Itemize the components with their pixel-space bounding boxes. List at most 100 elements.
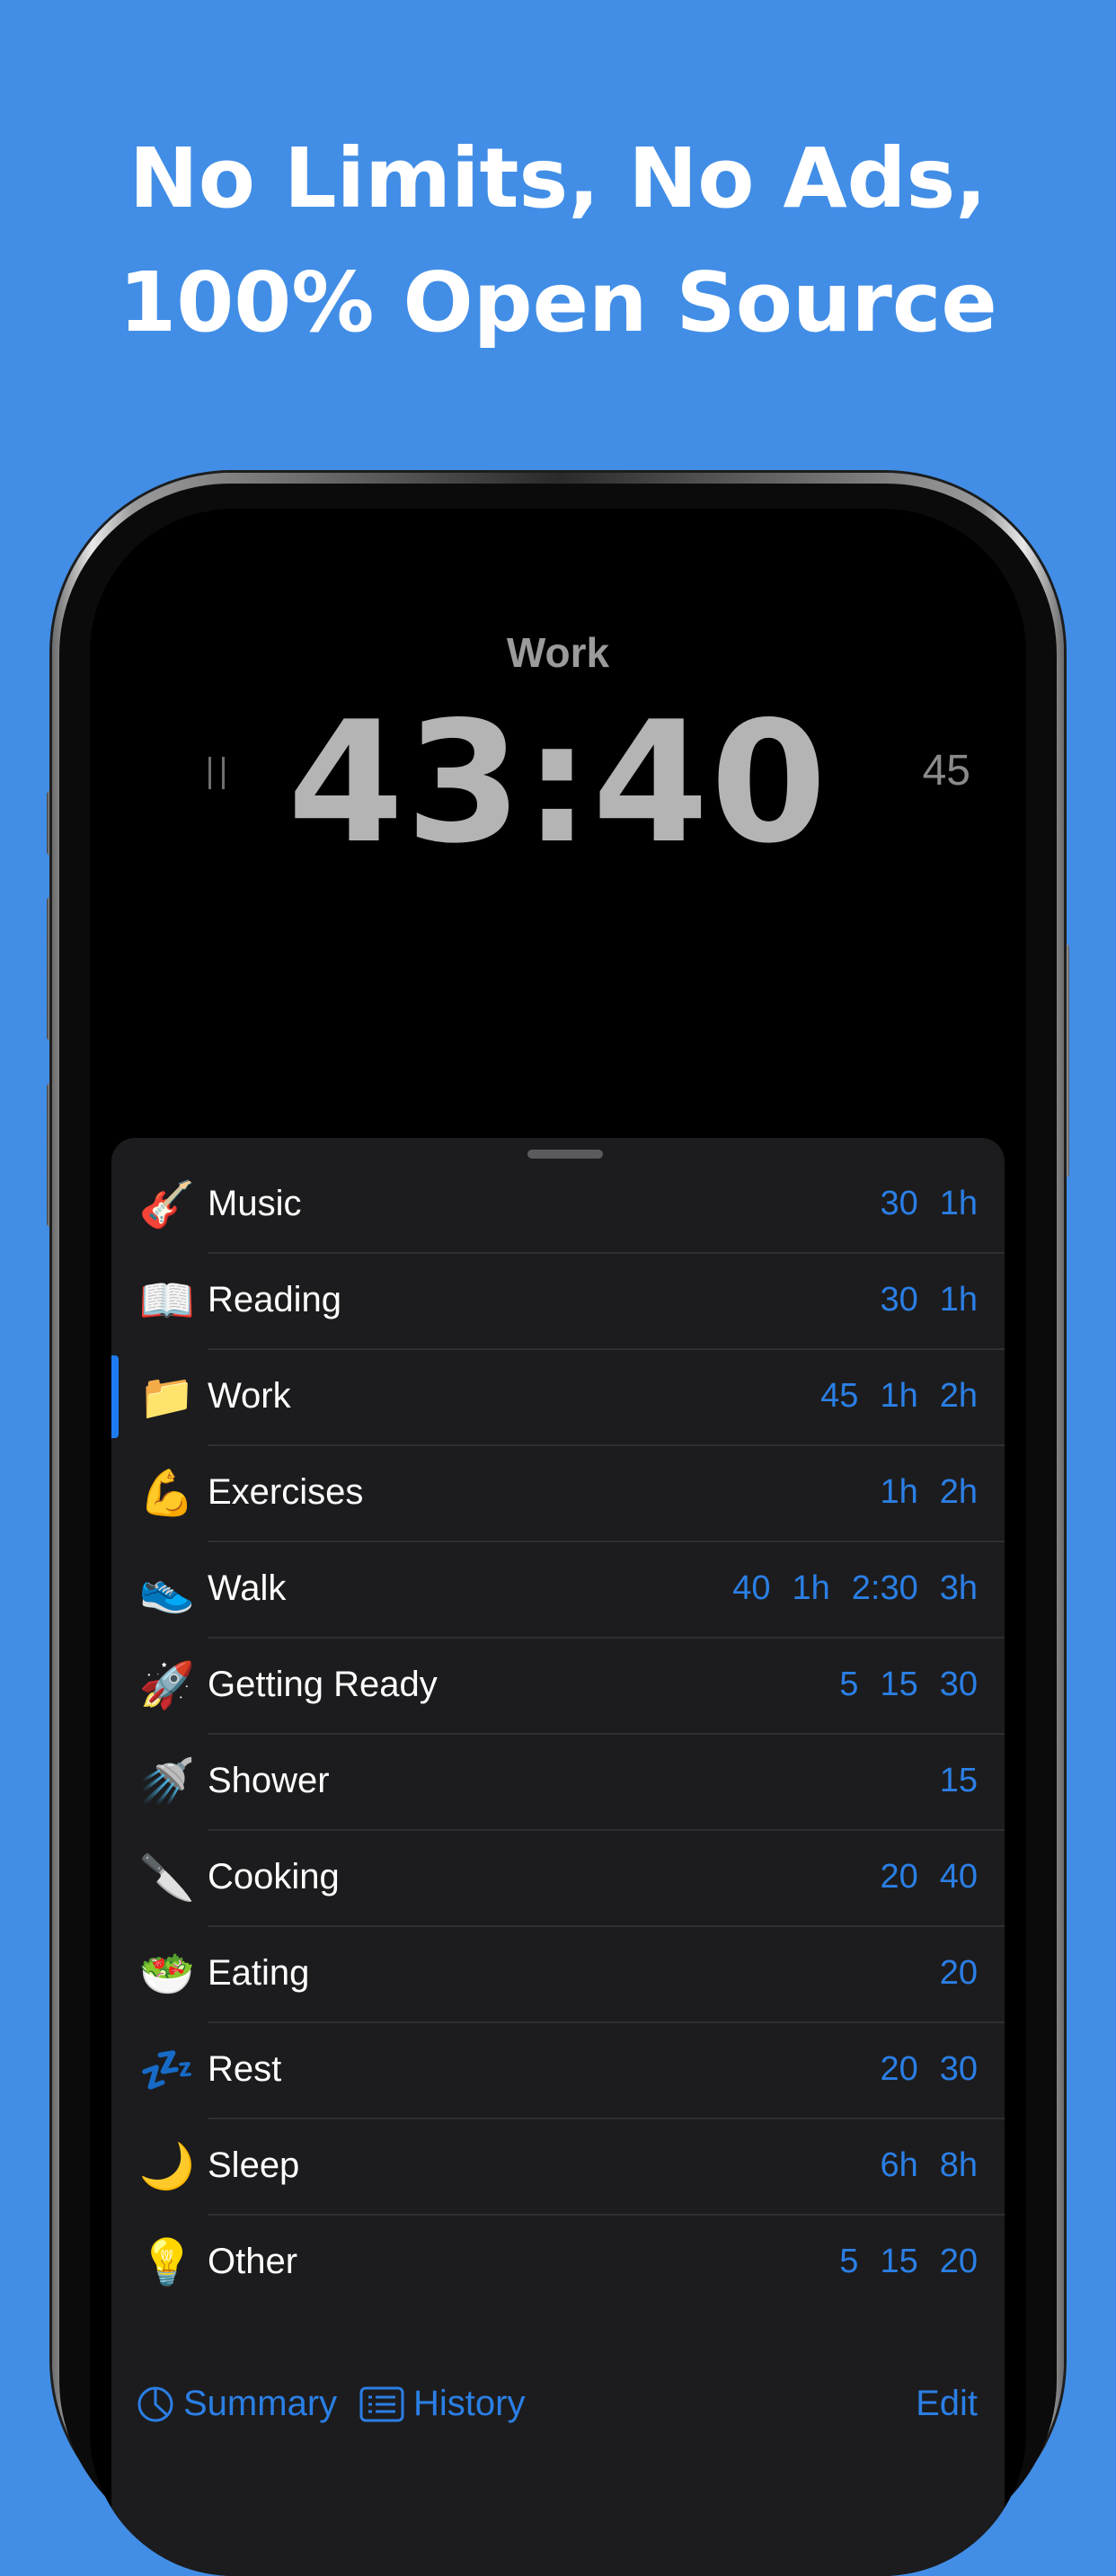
preset-duration-button[interactable]: 15 [940,1762,978,1800]
preset-duration-button[interactable]: 30 [880,1281,917,1319]
active-task-indicator [111,1355,119,1438]
task-row-exercises[interactable]: 💪 Exercises 1h 2h [111,1444,1005,1542]
preset-duration-button[interactable]: 30 [880,1185,917,1223]
task-row-rest[interactable]: 💤 Rest 20 30 [111,2021,1005,2119]
list-icon [359,2386,404,2422]
task-emoji-icon: 📁 [138,1371,196,1422]
task-row-content: Shower 15 [208,1733,1005,1831]
pause-icon[interactable] [208,757,228,789]
task-row-eating[interactable]: 🥗 Eating 20 [111,1925,1005,2023]
promo-line-2: 100% Open Source [119,254,997,351]
task-emoji-icon: 🚿 [138,1755,196,1807]
task-emoji-icon: 🎸 [138,1178,196,1230]
task-name: Music [208,1184,302,1223]
preset-duration-button[interactable]: 15 [880,2243,917,2281]
task-emoji-icon: 🔪 [138,1852,196,1903]
task-presets: 5 15 30 [839,1666,978,1704]
task-name: Walk [208,1568,287,1608]
preset-duration-button[interactable]: 3h [940,1569,978,1608]
task-row-content: Cooking 20 40 [208,1829,1005,1927]
task-emoji-icon: 💡 [138,2236,196,2287]
preset-duration-button[interactable]: 2h [940,1473,978,1512]
task-emoji-icon: 💪 [138,1467,196,1518]
current-preset-minutes[interactable]: 45 [845,746,970,795]
task-name: Eating [208,1953,310,1993]
task-presets: 20 [940,1954,978,1993]
preset-duration-button[interactable]: 20 [940,1954,978,1993]
task-sheet: 🎸 Music 30 1h 📖 Reading 30 1h 📁 Work 45 1h 2h 💪 Exerci… [111,1138,1005,2576]
preset-duration-button[interactable]: 1h [880,1377,917,1416]
task-emoji-icon: 👟 [138,1563,196,1614]
preset-duration-button[interactable]: 40 [732,1569,770,1608]
summary-label: Summary [183,2384,338,2423]
task-name: Work [208,1376,291,1416]
preset-duration-button[interactable]: 45 [820,1377,858,1416]
task-row-walk[interactable]: 👟 Walk 40 1h 2:30 3h [111,1541,1005,1639]
task-row-content: Reading 30 1h [208,1252,1005,1350]
task-name: Sleep [208,2145,300,2185]
task-row-content: Exercises 1h 2h [208,1444,1005,1542]
edit-button[interactable]: Edit [916,2384,978,2424]
task-row-other[interactable]: 💡 Other 5 15 20 [111,2214,1005,2310]
task-list: 🎸 Music 30 1h 📖 Reading 30 1h 📁 Work 45 1h 2h 💪 Exerci… [111,1156,1005,2310]
preset-duration-button[interactable]: 1h [880,1473,917,1512]
preset-duration-button[interactable]: 40 [940,1858,978,1896]
promo-line-1: No Limits, No Ads, [128,130,988,227]
task-row-sleep[interactable]: 🌙 Sleep 6h 8h [111,2118,1005,2216]
preset-duration-button[interactable]: 6h [880,2146,917,2185]
task-row-work[interactable]: 📁 Work 45 1h 2h [111,1348,1005,1446]
task-name: Rest [208,2049,282,2089]
preset-duration-button[interactable]: 30 [940,1666,978,1704]
summary-button[interactable]: Summary [137,2384,337,2424]
task-row-content: Rest 20 30 [208,2021,1005,2119]
pie-chart-icon [137,2385,174,2423]
task-presets: 40 1h 2:30 3h [732,1569,978,1608]
preset-duration-button[interactable]: 5 [839,1666,858,1704]
task-row-content: Walk 40 1h 2:30 3h [208,1541,1005,1639]
task-row-content: Work 45 1h 2h [208,1348,1005,1446]
task-row-getting-ready[interactable]: 🚀 Getting Ready 5 15 30 [111,1637,1005,1735]
task-name: Getting Ready [208,1665,438,1704]
task-presets: 5 15 20 [839,2243,978,2281]
preset-duration-button[interactable]: 15 [880,1666,917,1704]
phone-screen: Work 43:40 45 🎸 Music 30 1h 📖 Reading 30 1h 📁 Wor… [90,509,1026,2576]
preset-duration-button[interactable]: 5 [839,2243,858,2281]
history-label: History [413,2384,526,2423]
preset-duration-button[interactable]: 1h [940,1281,978,1319]
bottom-toolbar: Summary History Edit [111,2367,1005,2457]
preset-duration-button[interactable]: 8h [940,2146,978,2185]
task-emoji-icon: 🚀 [138,1659,196,1710]
history-button[interactable]: History [359,2384,525,2424]
task-row-content: Getting Ready 5 15 30 [208,1637,1005,1735]
task-row-shower[interactable]: 🚿 Shower 15 [111,1733,1005,1831]
task-row-music[interactable]: 🎸 Music 30 1h [111,1156,1005,1254]
preset-duration-button[interactable]: 20 [880,2050,917,2089]
task-row-content: Sleep 6h 8h [208,2118,1005,2216]
task-presets: 45 1h 2h [820,1377,978,1416]
preset-duration-button[interactable]: 2h [940,1377,978,1416]
preset-duration-button[interactable]: 1h [940,1185,978,1223]
task-name: Other [208,2242,298,2281]
task-presets: 1h 2h [880,1473,978,1512]
task-emoji-icon: 📖 [138,1275,196,1326]
task-row-cooking[interactable]: 🔪 Cooking 20 40 [111,1829,1005,1927]
task-presets: 6h 8h [880,2146,978,2185]
preset-duration-button[interactable]: 1h [792,1569,829,1608]
task-row-content: Music 30 1h [208,1156,1005,1254]
promo-headline: No Limits, No Ads, 100% Open Source [0,117,1116,365]
preset-duration-button[interactable]: 20 [940,2243,978,2281]
task-name: Reading [208,1280,342,1319]
current-task-title: Work [506,629,610,676]
edit-label: Edit [916,2384,978,2423]
task-row-content: Other 5 15 20 [208,2214,1005,2310]
task-name: Cooking [208,1857,340,1896]
preset-duration-button[interactable]: 30 [940,2050,978,2089]
task-emoji-icon: 💤 [138,2044,196,2095]
task-presets: 20 30 [880,2050,978,2089]
task-emoji-icon: 🥗 [138,1948,196,1999]
preset-duration-button[interactable]: 20 [880,1858,917,1896]
task-row-reading[interactable]: 📖 Reading 30 1h [111,1252,1005,1350]
preset-duration-button[interactable]: 2:30 [852,1569,918,1608]
task-presets: 15 [940,1762,978,1800]
task-presets: 30 1h [880,1281,978,1319]
